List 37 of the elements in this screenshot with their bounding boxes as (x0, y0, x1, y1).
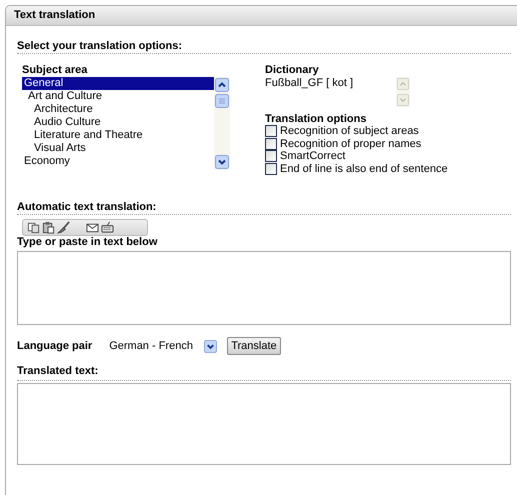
subject-item[interactable]: Economy (22, 155, 214, 168)
checkbox-label: End of line is also end of sentence (280, 162, 448, 175)
scroll-up-icon[interactable] (215, 78, 229, 92)
scroll-thumb[interactable] (215, 94, 229, 108)
keyboard-icon[interactable] (101, 221, 114, 234)
input-label: Type or paste in text below (17, 236, 158, 248)
checkbox[interactable] (265, 162, 277, 175)
dictionary-label: Dictionary (265, 64, 320, 76)
subject-item[interactable]: Architecture (22, 103, 214, 116)
source-text-field[interactable] (17, 251, 511, 325)
language-pair-dropdown[interactable]: German - French (106, 340, 218, 352)
section-heading: Automatic text translation: (17, 201, 511, 215)
section-heading: Translated text: (17, 365, 511, 381)
translation-options-label: Translation options (265, 113, 368, 125)
caret-icon[interactable] (204, 340, 218, 352)
subject-item[interactable]: Audio Culture (22, 116, 214, 129)
section-heading: Select your translation options: (17, 40, 511, 54)
subject-item[interactable]: Literature and Theatre (22, 129, 214, 142)
scroll-down-icon[interactable] (215, 155, 229, 169)
checkbox[interactable] (265, 138, 277, 150)
checkbox[interactable] (265, 125, 277, 138)
clipboard-icon[interactable] (42, 221, 55, 234)
checkbox-label: Recognition of subject areas (280, 125, 419, 138)
checkbox-label: Recognition of proper names (280, 138, 422, 150)
subject-area-label: Subject area (22, 64, 88, 76)
checkbox[interactable] (265, 150, 277, 162)
subject-item[interactable]: Visual Arts (22, 142, 214, 155)
brush-icon[interactable] (57, 221, 70, 234)
checkbox-label: SmartCorrect (280, 150, 346, 162)
envelope-icon[interactable] (86, 221, 99, 234)
language-pair-label: Language pair (17, 340, 92, 352)
copy-icon[interactable] (27, 221, 40, 234)
panel-title: Text translation (6, 6, 517, 26)
translate-button[interactable]: Translate (227, 337, 281, 355)
dictionary-item[interactable]: Fußball_GF [ kot ] (265, 77, 396, 90)
subject-item[interactable]: Art and Culture (22, 90, 214, 103)
subject-item[interactable]: General (22, 77, 214, 90)
